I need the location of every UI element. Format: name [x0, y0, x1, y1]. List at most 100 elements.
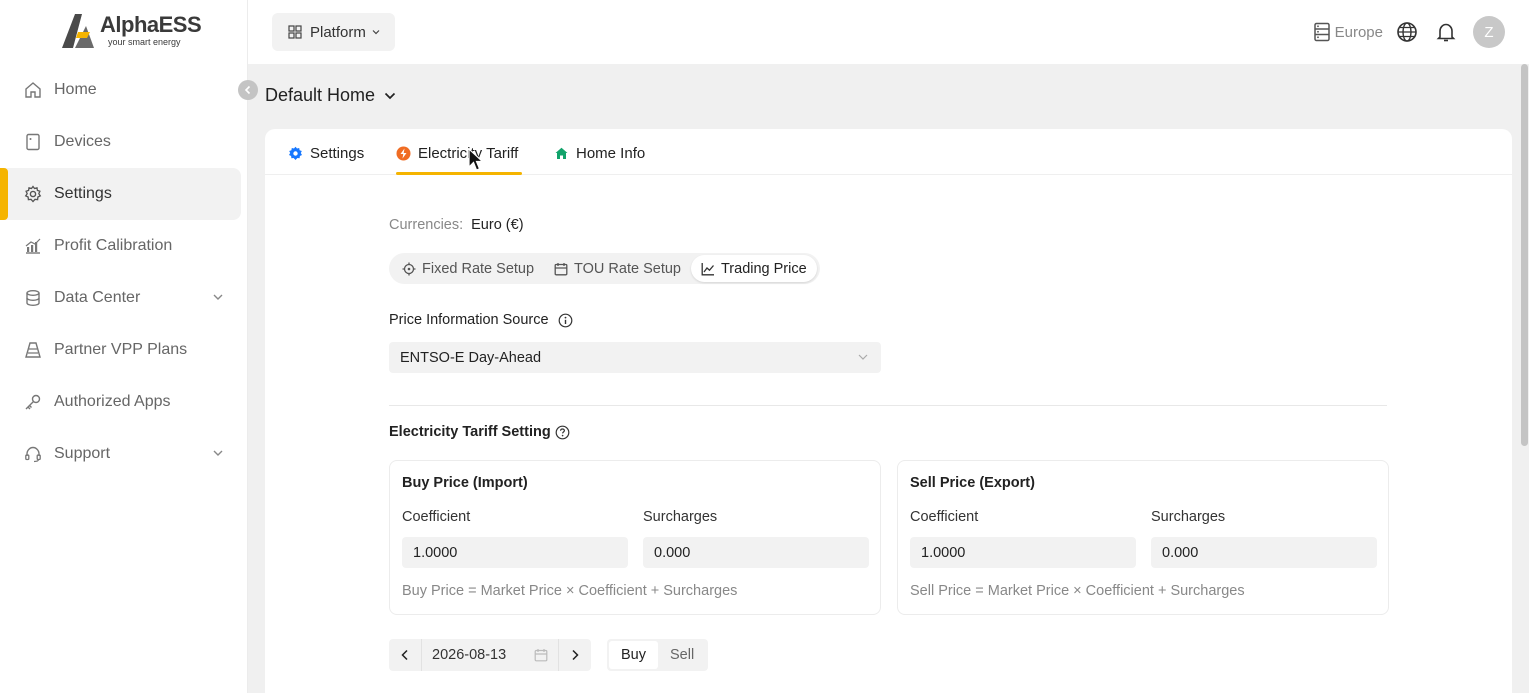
alphaess-logo-mark-icon	[62, 14, 94, 48]
rate-mode-label: Trading Price	[720, 260, 807, 277]
brand-tagline: your smart energy	[108, 37, 181, 47]
rate-mode-segmented-control: Fixed Rate Setup TOU Rate Setup Trading …	[389, 253, 820, 284]
sidebar-collapse-button[interactable]	[238, 80, 258, 100]
sidebar-item-settings[interactable]: Settings	[0, 168, 241, 220]
region-selector[interactable]: Europe	[1313, 22, 1383, 42]
info-icon[interactable]	[558, 313, 573, 328]
sell-surcharges-label: Surcharges	[1151, 509, 1226, 525]
sidebar-item-label: Devices	[54, 133, 111, 150]
currency-row: Currencies: Euro (€)	[389, 217, 524, 233]
chevron-left-icon	[401, 649, 408, 661]
sell-coefficient-input[interactable]: 1.0000	[910, 537, 1136, 568]
server-icon	[1313, 22, 1331, 42]
sidebar-item-data-center[interactable]: Data Center	[0, 272, 248, 324]
sidebar-item-label: Home	[54, 81, 97, 98]
user-avatar[interactable]: Z	[1473, 16, 1505, 48]
calendar-icon	[534, 648, 548, 662]
calendar-icon	[554, 262, 568, 276]
sidebar-item-authorized-apps[interactable]: Authorized Apps	[0, 376, 248, 428]
chevron-down-icon	[371, 27, 381, 37]
sidebar-item-label: Support	[54, 445, 111, 462]
brand-logo[interactable]: AlphaESS your smart energy	[60, 12, 202, 52]
main-card: Settings Electricity Tariff Home Info Cu…	[265, 129, 1512, 693]
price-source-select[interactable]: ENTSO-E Day-Ahead	[389, 342, 881, 373]
buy-sell-toggle: Buy Sell	[607, 639, 709, 671]
bell-icon[interactable]	[1434, 20, 1458, 44]
headset-icon	[24, 445, 42, 463]
tab-home-info[interactable]: Home Info	[554, 143, 645, 163]
buy-toggle-button[interactable]: Buy	[609, 641, 658, 669]
tariff-setting-title-text: Electricity Tariff Setting	[389, 424, 551, 440]
help-icon[interactable]	[555, 425, 570, 440]
buy-coefficient-input[interactable]: 1.0000	[402, 537, 628, 568]
sidebar-item-partner-vpp-plans[interactable]: Partner VPP Plans	[0, 324, 248, 376]
next-date-button[interactable]	[559, 639, 591, 671]
sidebar-item-label: Data Center	[54, 289, 141, 306]
header-actions: Europe Z	[1313, 15, 1505, 49]
sell-price-panel: Sell Price (Export) Coefficient Surcharg…	[897, 460, 1389, 615]
sell-toggle-button[interactable]: Sell	[658, 641, 706, 669]
platform-menu-button[interactable]: Platform	[272, 13, 395, 51]
date-value: 2026-08-13	[432, 647, 507, 663]
sidebar-item-label: Partner VPP Plans	[54, 341, 188, 358]
chevron-down-icon	[212, 290, 224, 308]
target-icon	[402, 262, 416, 276]
buy-surcharges-input[interactable]: 0.000	[643, 537, 869, 568]
sidebar-item-label: Settings	[54, 185, 112, 202]
buy-price-formula: Buy Price = Market Price × Coefficient +…	[402, 583, 738, 599]
platform-label: Platform	[310, 23, 366, 41]
tariff-setting-title: Electricity Tariff Setting	[389, 424, 570, 440]
scrollbar-thumb[interactable]	[1521, 64, 1528, 446]
buy-price-panel: Buy Price (Import) Coefficient Surcharge…	[389, 460, 881, 615]
buy-coefficient-label: Coefficient	[402, 509, 471, 525]
chevron-down-icon	[857, 351, 869, 363]
currency-value: Euro (€)	[471, 217, 524, 233]
rate-mode-trading-price[interactable]: Trading Price	[690, 255, 817, 282]
buy-price-title: Buy Price (Import)	[402, 475, 528, 491]
sell-price-formula: Sell Price = Market Price × Coefficient …	[910, 583, 1245, 599]
sell-price-title: Sell Price (Export)	[910, 475, 1035, 491]
rate-mode-label: Fixed Rate Setup	[422, 260, 535, 277]
buy-surcharges-label: Surcharges	[643, 509, 718, 525]
sidebar-item-devices[interactable]: Devices	[0, 116, 248, 168]
home-selector[interactable]: Default Home	[265, 85, 397, 106]
tab-electricity-tariff[interactable]: Electricity Tariff	[396, 143, 518, 163]
mouse-cursor-icon	[468, 148, 484, 171]
active-tab-indicator	[396, 172, 522, 175]
gear-icon	[288, 146, 303, 161]
sidebar-item-profit-calibration[interactable]: Profit Calibration	[0, 220, 248, 272]
sidebar-item-label: Authorized Apps	[54, 393, 171, 410]
date-navigator: 2026-08-13	[389, 639, 591, 671]
globe-icon[interactable]	[1395, 20, 1419, 44]
chevron-down-icon	[212, 446, 224, 464]
gear-icon	[24, 185, 42, 203]
chevron-down-icon	[383, 89, 397, 103]
tab-label: Home Info	[576, 144, 646, 162]
chevron-left-icon	[244, 85, 251, 95]
sidebar-item-support[interactable]: Support	[0, 428, 248, 480]
sell-coefficient-label: Coefficient	[910, 509, 979, 525]
rate-mode-tou[interactable]: TOU Rate Setup	[544, 255, 691, 282]
tab-bar: Settings Electricity Tariff Home Info	[265, 129, 1512, 175]
price-source-value: ENTSO-E Day-Ahead	[400, 349, 542, 366]
page-scrollbar[interactable]	[1520, 64, 1529, 693]
previous-date-button[interactable]	[389, 639, 421, 671]
price-source-label: Price Information Source	[389, 312, 573, 328]
tower-icon	[24, 341, 42, 359]
rate-mode-label: TOU Rate Setup	[574, 260, 681, 277]
chevron-right-icon	[572, 649, 579, 661]
sidebar-item-label: Profit Calibration	[54, 237, 173, 254]
database-icon	[24, 289, 42, 307]
sell-surcharges-input[interactable]: 0.000	[1151, 537, 1377, 568]
currency-label: Currencies	[389, 217, 460, 233]
date-picker[interactable]: 2026-08-13	[421, 639, 559, 671]
top-header: Platform Europe Z	[248, 0, 1529, 64]
sidebar-item-home[interactable]: Home	[0, 64, 248, 116]
tab-label: Settings	[310, 144, 365, 162]
rate-mode-fixed[interactable]: Fixed Rate Setup	[392, 255, 544, 282]
region-label: Europe	[1334, 23, 1383, 41]
line-chart-icon	[701, 262, 715, 276]
home-icon	[24, 81, 42, 99]
tab-settings[interactable]: Settings	[288, 143, 364, 163]
tariff-icon	[396, 146, 411, 161]
